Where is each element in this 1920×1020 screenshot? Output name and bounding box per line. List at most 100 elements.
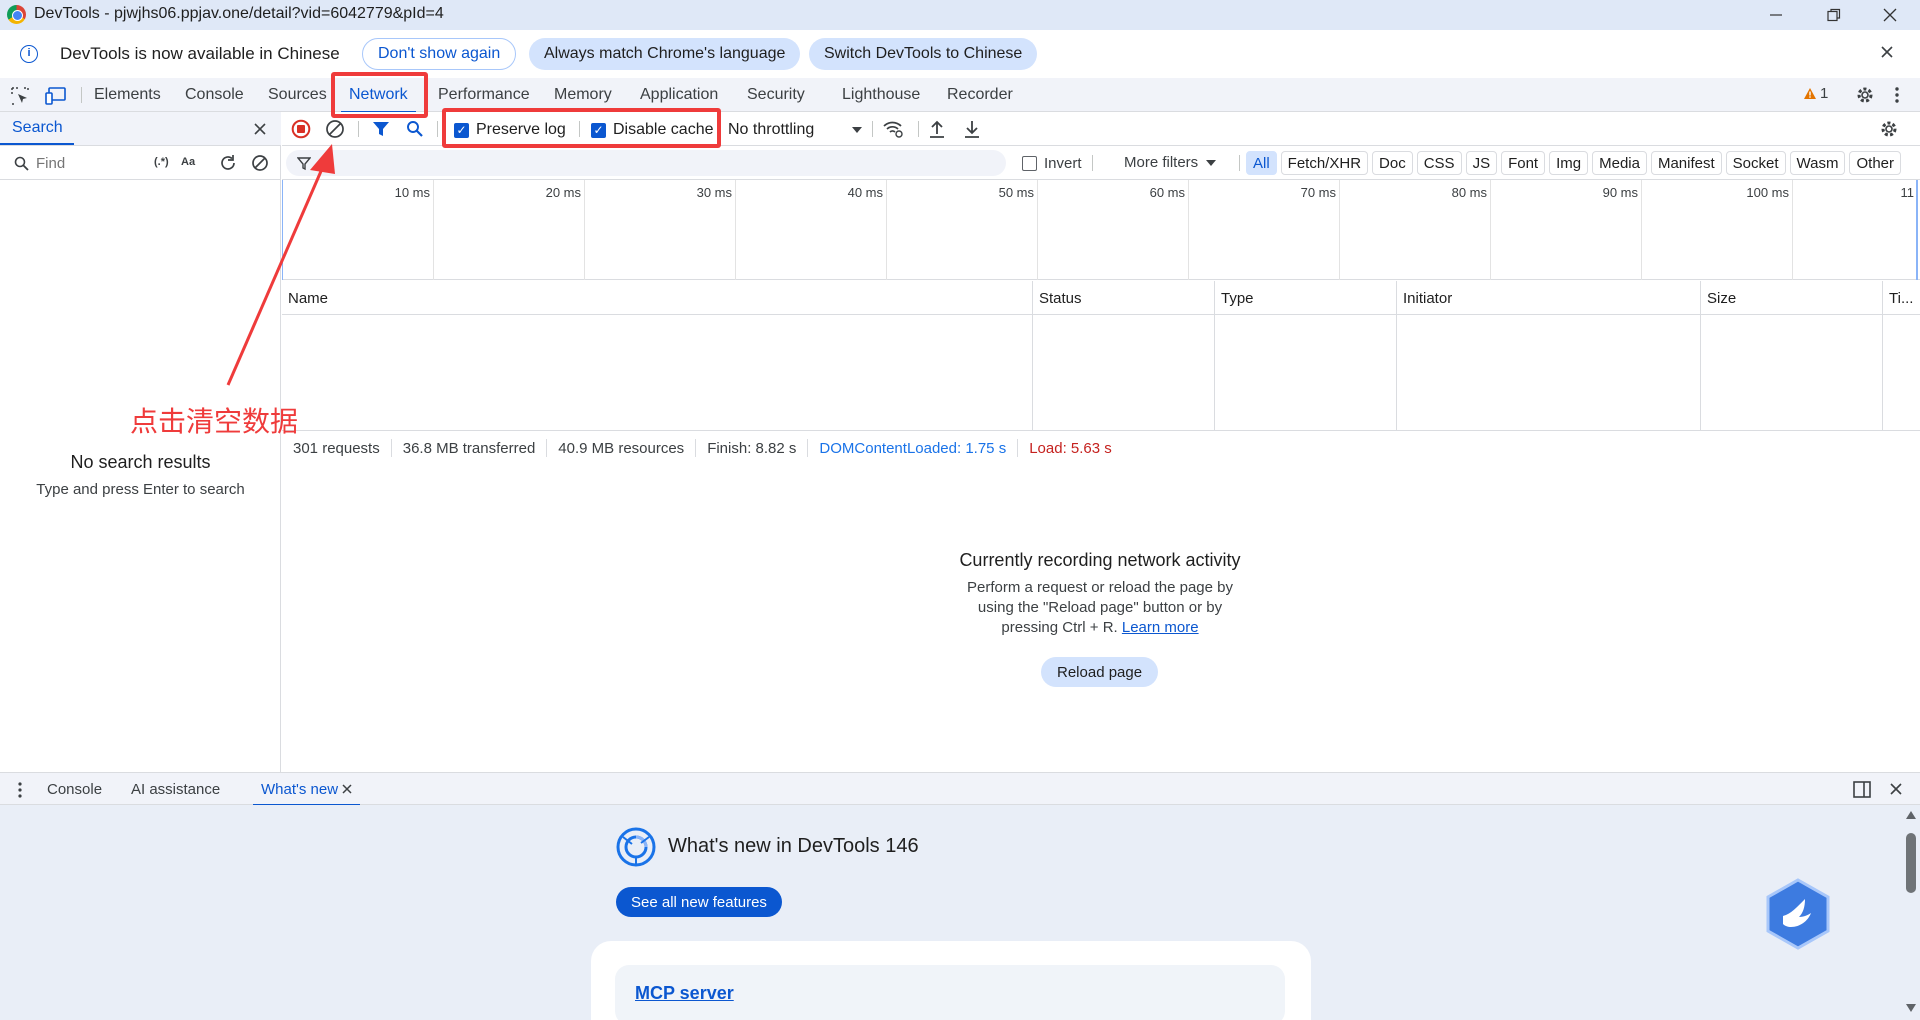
restore-button[interactable] (1806, 0, 1862, 30)
switch-to-chinese-button[interactable]: Switch DevTools to Chinese (809, 38, 1038, 70)
recording-line-3: pressing Ctrl + R. (1001, 619, 1118, 636)
type-filter-img[interactable]: Img (1549, 151, 1589, 175)
tick-label: 90 ms (1602, 185, 1638, 200)
device-toolbar-icon[interactable] (45, 86, 67, 110)
type-filter-fetch-xhr[interactable]: Fetch/XHR (1280, 151, 1369, 175)
drawer-tab-ai-assistance[interactable]: AI assistance (131, 773, 220, 805)
drawer-tab-console[interactable]: Console (47, 773, 102, 805)
summary-resources: 40.9 MB resources (547, 439, 697, 457)
drawer-menu-icon[interactable] (17, 781, 23, 803)
close-drawer-icon[interactable] (1889, 782, 1903, 800)
summary-finish: Finish: 8.82 s (696, 439, 809, 457)
tab-sources[interactable]: Sources (268, 78, 327, 112)
column-type[interactable]: Type (1214, 281, 1396, 315)
type-filter-media[interactable]: Media (1592, 151, 1647, 175)
column-time[interactable]: Ti... (1882, 281, 1920, 315)
warnings-count: 1 (1820, 85, 1829, 102)
network-settings-gear-icon[interactable] (1879, 119, 1899, 143)
tab-lighthouse[interactable]: Lighthouse (842, 78, 920, 112)
regex-toggle[interactable]: (.*) (154, 156, 169, 168)
tab-elements[interactable]: Elements (94, 78, 161, 112)
recording-line-3-row: pressing Ctrl + R. Learn more (850, 618, 1350, 638)
reload-page-button[interactable]: Reload page (1041, 657, 1159, 687)
gridline (886, 180, 887, 280)
type-filter-js[interactable]: JS (1465, 151, 1498, 175)
tab-performance[interactable]: Performance (438, 78, 530, 112)
tab-application[interactable]: Application (640, 78, 718, 112)
timeline-end-line (1916, 180, 1918, 280)
filter-icon[interactable] (372, 120, 390, 142)
type-filter-all[interactable]: All (1246, 151, 1277, 175)
tick-label: 30 ms (696, 185, 732, 200)
invert-checkbox[interactable]: Invert (1022, 155, 1082, 172)
invert-check-box (1022, 156, 1037, 171)
chevron-down-icon (1206, 159, 1217, 166)
dont-show-again-button[interactable]: Don't show again (362, 38, 517, 70)
inspect-element-icon[interactable] (10, 86, 30, 110)
tick-label: 100 ms (1746, 185, 1789, 200)
type-filter-manifest[interactable]: Manifest (1650, 151, 1722, 175)
highlight-cache-options (442, 108, 721, 148)
network-overview-timeline[interactable]: 10 ms 20 ms 30 ms 40 ms 50 ms 60 ms 70 m… (282, 180, 1920, 280)
scroll-down-icon[interactable] (1906, 1004, 1916, 1012)
devtools-window: DevTools - pjwjhs06.ppjav.one/detail?vid… (0, 0, 1920, 1020)
drawer-tab-bar: Console AI assistance What's new (0, 772, 1920, 806)
close-window-button[interactable] (1862, 0, 1918, 30)
gridline (1490, 180, 1491, 280)
column-initiator[interactable]: Initiator (1396, 281, 1700, 315)
close-infobar-icon[interactable] (1880, 45, 1894, 63)
gridline (584, 180, 585, 280)
floating-assistant-icon[interactable] (1765, 878, 1831, 954)
close-search-icon[interactable] (253, 122, 267, 140)
type-filter-doc[interactable]: Doc (1372, 151, 1413, 175)
export-har-icon[interactable] (963, 119, 981, 143)
search-network-icon[interactable] (406, 120, 424, 142)
tick-label: 11 (1900, 185, 1915, 200)
tab-memory[interactable]: Memory (554, 78, 612, 112)
type-filter-other[interactable]: Other (1849, 151, 1901, 175)
search-tab[interactable]: Search (12, 119, 63, 137)
dock-drawer-icon[interactable] (1853, 781, 1871, 802)
more-filters-dropdown[interactable]: More filters (1124, 154, 1217, 171)
type-filter-socket[interactable]: Socket (1725, 151, 1786, 175)
filter-divider (1239, 155, 1240, 171)
tab-console[interactable]: Console (185, 78, 244, 112)
column-size[interactable]: Size (1700, 281, 1882, 315)
learn-more-link[interactable]: Learn more (1122, 619, 1199, 636)
tab-recorder[interactable]: Recorder (947, 78, 1013, 112)
column-name[interactable]: Name (282, 281, 1032, 315)
tick-label: 40 ms (847, 185, 883, 200)
import-har-icon[interactable] (928, 119, 946, 143)
close-tab-icon[interactable] (342, 784, 352, 794)
gridline (1339, 180, 1340, 280)
column-divider (1396, 315, 1397, 431)
no-search-results-title: No search results (70, 452, 211, 472)
tick-label: 10 ms (394, 185, 430, 200)
toolbar-divider (358, 121, 359, 137)
tab-security[interactable]: Security (747, 78, 805, 112)
type-filter-css[interactable]: CSS (1416, 151, 1462, 175)
scrollbar-thumb[interactable] (1906, 833, 1916, 893)
drawer-tab-whats-new[interactable]: What's new (253, 773, 361, 806)
throttling-select[interactable]: No throttling (728, 119, 864, 141)
minimize-button[interactable] (1748, 0, 1804, 30)
always-match-language-button[interactable]: Always match Chrome's language (529, 38, 801, 70)
type-filter-font[interactable]: Font (1501, 151, 1546, 175)
mcp-server-link[interactable]: MCP server (635, 983, 734, 1004)
summary-requests: 301 requests (282, 439, 392, 457)
column-status[interactable]: Status (1032, 281, 1214, 315)
network-conditions-icon[interactable] (882, 120, 904, 142)
settings-gear-icon[interactable] (1855, 85, 1875, 109)
annotation-label: 点击清空数据 (130, 406, 299, 437)
search-tab-underline (0, 143, 74, 145)
drawer-scrollbar[interactable] (1904, 809, 1918, 1015)
warnings-counter[interactable]: 1 (1803, 85, 1828, 102)
find-input[interactable] (36, 153, 146, 173)
see-all-features-button[interactable]: See all new features (616, 887, 782, 917)
toolbar-divider (918, 121, 919, 137)
more-options-icon[interactable] (1894, 85, 1900, 109)
filter-input[interactable] (286, 150, 1006, 176)
scroll-up-icon[interactable] (1906, 811, 1916, 819)
type-filter-wasm[interactable]: Wasm (1789, 151, 1846, 175)
match-case-toggle[interactable]: Aa (181, 156, 195, 168)
